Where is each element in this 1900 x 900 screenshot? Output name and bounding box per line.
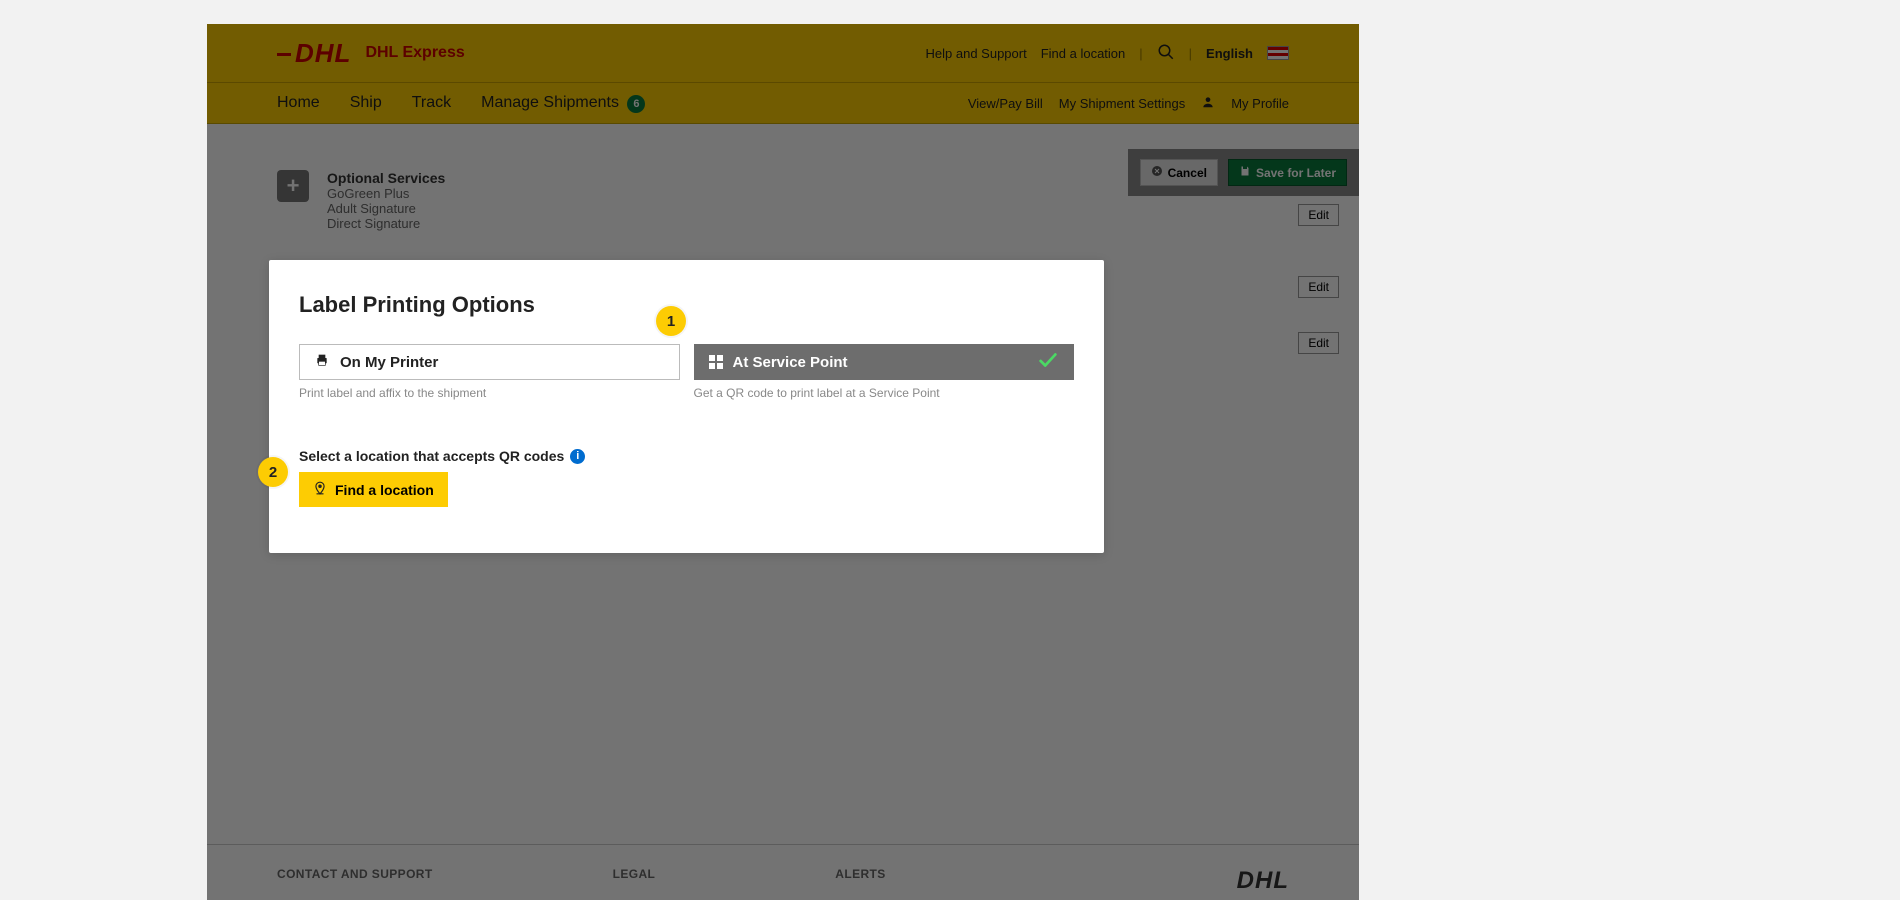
option2-label: At Service Point: [733, 354, 848, 371]
select-location-text: Select a location that accepts QR codes: [299, 448, 564, 464]
check-icon: [1037, 349, 1059, 375]
location-pin-icon: [313, 481, 327, 498]
callout-2: 2: [258, 457, 288, 487]
qr-code-icon: [709, 355, 723, 369]
option-at-service-point[interactable]: At Service Point: [694, 344, 1075, 380]
callout-1: 1: [656, 306, 686, 336]
printer-icon: [314, 352, 330, 372]
option1-sub: Print label and affix to the shipment: [299, 386, 680, 400]
option1-label: On My Printer: [340, 354, 438, 371]
select-location-label: Select a location that accepts QR codes …: [299, 448, 1074, 464]
option-on-my-printer-wrap: On My Printer Print label and affix to t…: [299, 344, 680, 400]
label-printing-modal: Label Printing Options On My Printer Pri…: [269, 260, 1104, 553]
modal-title: Label Printing Options: [299, 292, 1074, 318]
select-location-block: Select a location that accepts QR codes …: [299, 448, 1074, 507]
info-icon[interactable]: i: [570, 449, 585, 464]
find-location-label: Find a location: [335, 482, 434, 498]
option-on-my-printer[interactable]: On My Printer: [299, 344, 680, 380]
find-location-button[interactable]: Find a location: [299, 472, 448, 507]
option2-sub: Get a QR code to print label at a Servic…: [694, 386, 1075, 400]
option-service-point-wrap: At Service Point Get a QR code to print …: [694, 344, 1075, 400]
label-options-row: On My Printer Print label and affix to t…: [299, 344, 1074, 400]
